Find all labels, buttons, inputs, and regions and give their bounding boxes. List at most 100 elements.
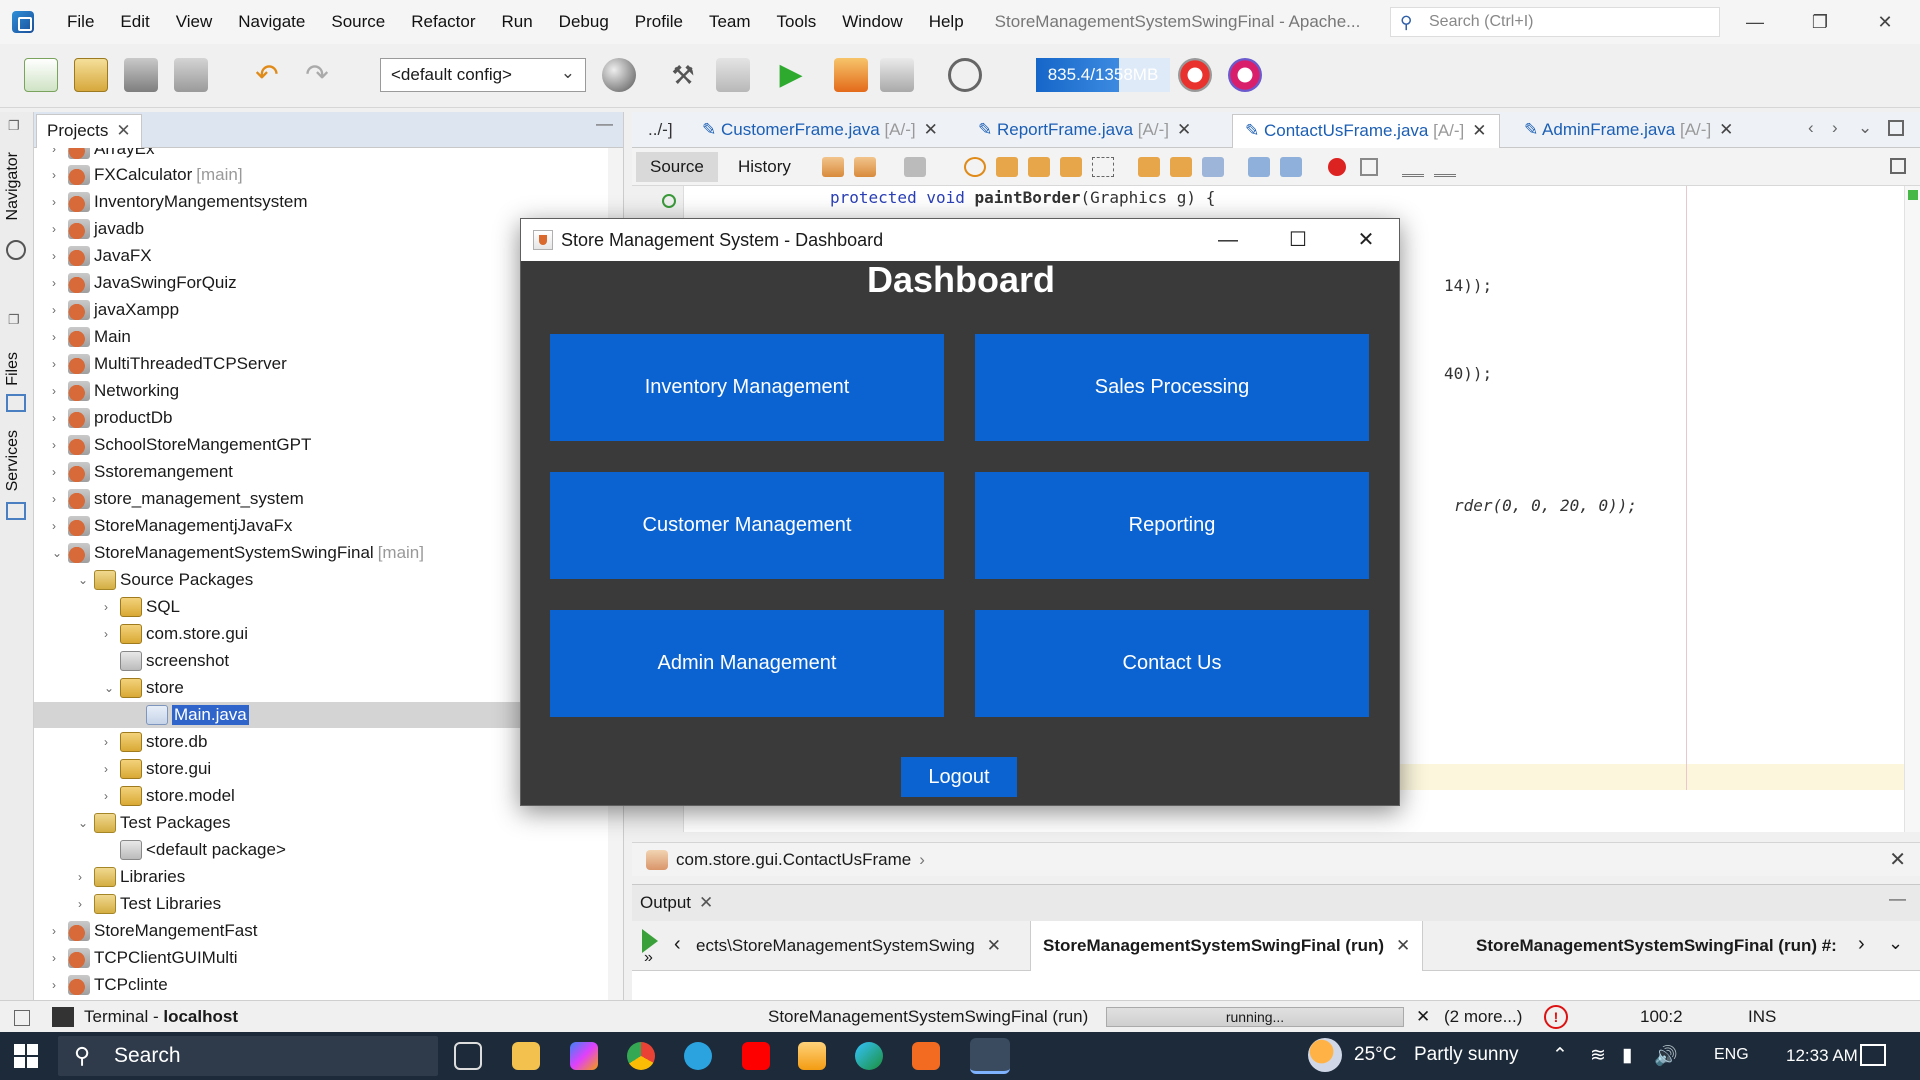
- menu-view[interactable]: View: [163, 12, 226, 32]
- logout-button[interactable]: Logout: [901, 757, 1017, 797]
- xampp-icon[interactable]: [912, 1042, 940, 1070]
- terminal-tab[interactable]: Terminal - localhost: [84, 1007, 238, 1027]
- minimize-panel-icon[interactable]: —: [596, 114, 613, 134]
- redo-icon[interactable]: ↷: [300, 58, 334, 92]
- menu-profile[interactable]: Profile: [622, 12, 696, 32]
- find-next-icon[interactable]: [1028, 157, 1050, 177]
- navigator-tab[interactable]: Navigator: [4, 152, 22, 220]
- wifi-icon[interactable]: ≋: [1590, 1044, 1606, 1067]
- edge-icon[interactable]: [855, 1042, 883, 1070]
- tab-customerframe[interactable]: ✎ CustomerFrame.java [A/-] ✕: [690, 114, 950, 148]
- tree-row[interactable]: › Libraries: [34, 864, 185, 890]
- weather-temp[interactable]: 25°C: [1354, 1044, 1396, 1066]
- chevron-right-icon[interactable]: ›: [1832, 118, 1838, 138]
- profile-clock-icon[interactable]: [948, 58, 982, 92]
- output-tab[interactable]: ects\StoreManagementSystemSwing ✕: [684, 921, 1013, 971]
- config-dropdown[interactable]: <default config> ⌄: [380, 58, 586, 92]
- restore-icon[interactable]: ❐: [8, 118, 20, 134]
- menu-window[interactable]: Window: [829, 12, 915, 32]
- close-icon[interactable]: ✕: [116, 121, 130, 140]
- tree-row[interactable]: screenshot: [34, 648, 229, 674]
- youtube-icon[interactable]: [742, 1042, 770, 1070]
- tree-row[interactable]: › store.db: [34, 729, 207, 755]
- tree-row[interactable]: <default package>: [34, 837, 286, 863]
- back-icon[interactable]: [854, 157, 876, 177]
- tree-row[interactable]: › StoreMangementFast: [34, 918, 257, 944]
- override-marker-icon[interactable]: [662, 194, 676, 208]
- menu-file[interactable]: File: [54, 12, 107, 32]
- stop-macro-icon[interactable]: [1360, 158, 1378, 176]
- forward-icon[interactable]: [904, 157, 926, 177]
- toggle-bookmark-icon[interactable]: [1202, 157, 1224, 177]
- tab-overflow[interactable]: ../-]: [636, 114, 685, 148]
- tree-row[interactable]: › Sstoremangement: [34, 459, 233, 485]
- tree-row[interactable]: › Networking: [34, 378, 179, 404]
- tree-row[interactable]: › SchoolStoreMangementGPT: [34, 432, 311, 458]
- output-title[interactable]: Output: [640, 893, 691, 913]
- new-project-icon[interactable]: [74, 58, 108, 92]
- chevron-left-icon[interactable]: ‹: [1808, 118, 1814, 138]
- close-icon[interactable]: ✕: [1396, 936, 1410, 955]
- shift-right-icon[interactable]: [1280, 157, 1302, 177]
- tree-row[interactable]: › MultiThreadedTCPServer: [34, 351, 287, 377]
- notification-center-icon[interactable]: [1860, 1044, 1886, 1066]
- collapse-icon[interactable]: ⌄: [52, 546, 68, 560]
- cancel-task-icon[interactable]: ✕: [1416, 1007, 1430, 1027]
- tree-row[interactable]: › productDb: [34, 405, 172, 431]
- menu-debug[interactable]: Debug: [546, 12, 622, 32]
- tree-row-partial[interactable]: › ArrayEx: [52, 148, 154, 162]
- toggle-highlight-icon[interactable]: [1060, 157, 1082, 177]
- services-tab[interactable]: Services: [4, 430, 22, 491]
- split-editor-icon[interactable]: [1890, 158, 1906, 174]
- expand-icon[interactable]: ›: [52, 492, 68, 506]
- tab-contactusframe[interactable]: ✎ ContactUsFrame.java [A/-] ✕: [1232, 114, 1500, 148]
- windows-start-icon[interactable]: [14, 1044, 38, 1068]
- customer-management-button[interactable]: Customer Management: [550, 472, 944, 579]
- weather-text[interactable]: Partly sunny: [1414, 1044, 1519, 1066]
- menu-navigate[interactable]: Navigate: [225, 12, 318, 32]
- collapse-icon[interactable]: ⌄: [104, 681, 120, 695]
- reporting-button[interactable]: Reporting: [975, 472, 1369, 579]
- close-icon[interactable]: ✕: [1472, 121, 1486, 140]
- expand-icon[interactable]: ›: [52, 303, 68, 317]
- minimize-panel-icon[interactable]: —: [1889, 889, 1906, 909]
- find-previous-icon[interactable]: [996, 157, 1018, 177]
- tree-row[interactable]: › javaXampp: [34, 297, 179, 323]
- next-bookmark-icon[interactable]: [1170, 157, 1192, 177]
- expand-icon[interactable]: ›: [78, 870, 94, 884]
- chevron-right-icon[interactable]: ›: [1858, 933, 1865, 956]
- restore-icon[interactable]: [14, 1010, 30, 1026]
- expand-icon[interactable]: ›: [104, 789, 120, 803]
- browser-globe-icon[interactable]: [602, 58, 636, 92]
- minimize-window-icon[interactable]: —: [1732, 6, 1778, 38]
- collapse-icon[interactable]: ⌄: [78, 816, 94, 830]
- tree-row[interactable]: › StoreManagementjJavaFx: [34, 513, 292, 539]
- expand-icon[interactable]: ›: [52, 249, 68, 263]
- tree-row[interactable]: › Main: [34, 324, 131, 350]
- chevron-left-icon[interactable]: ‹: [674, 933, 681, 956]
- more-tasks-link[interactable]: (2 more...): [1444, 1007, 1522, 1027]
- menu-refactor[interactable]: Refactor: [398, 12, 488, 32]
- breadcrumb-path[interactable]: com.store.gui.ContactUsFrame: [676, 850, 911, 870]
- expand-icon[interactable]: ›: [52, 465, 68, 479]
- tree-row[interactable]: › TCPclinte: [34, 972, 168, 998]
- uncomment-icon[interactable]: [1434, 157, 1456, 177]
- close-window-icon[interactable]: ✕: [1862, 6, 1908, 38]
- close-icon[interactable]: ✕: [987, 936, 1001, 955]
- output-tab-active[interactable]: StoreManagementSystemSwingFinal (run) ✕: [1030, 921, 1424, 971]
- run-icon[interactable]: ▶: [774, 58, 808, 92]
- tab-adminframe[interactable]: ✎ AdminFrame.java [A/-] ✕: [1512, 114, 1745, 148]
- expand-icon[interactable]: ›: [52, 357, 68, 371]
- undo-icon[interactable]: ↶: [250, 58, 284, 92]
- tree-row[interactable]: › JavaSwingForQuiz: [34, 270, 237, 296]
- tree-row[interactable]: ⌄ store: [34, 675, 184, 701]
- tree-row[interactable]: ⌄ Test Packages: [34, 810, 231, 836]
- tree-row[interactable]: › javadb: [34, 216, 144, 242]
- menu-source[interactable]: Source: [318, 12, 398, 32]
- app-icon[interactable]: [798, 1042, 826, 1070]
- expand-icon[interactable]: ›: [52, 330, 68, 344]
- expand-icon[interactable]: ›: [104, 627, 120, 641]
- chevron-up-icon[interactable]: ⌃: [1552, 1044, 1568, 1067]
- expand-icon[interactable]: ›: [52, 384, 68, 398]
- ide-search-input[interactable]: ⚲ Search (Ctrl+I): [1390, 7, 1720, 37]
